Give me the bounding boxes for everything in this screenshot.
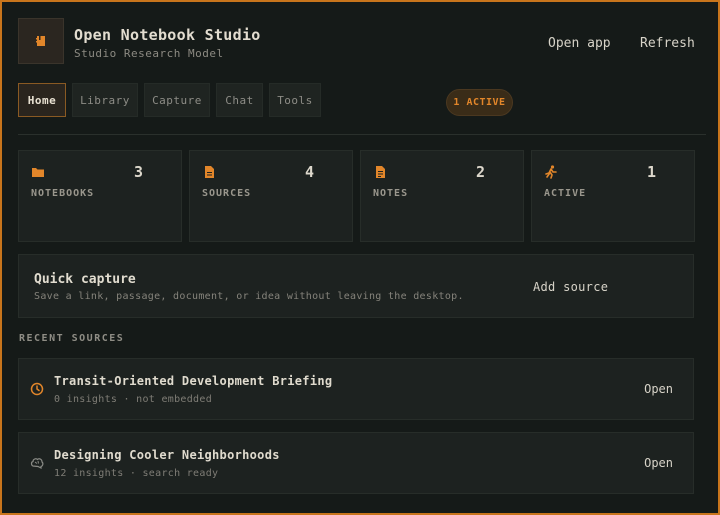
open-source-button[interactable]: Open [644,382,673,396]
stat-card-notes: 2 NOTES [360,150,524,242]
header-divider [18,134,706,135]
tab-chat[interactable]: Chat [216,83,263,117]
app-title: Open Notebook Studio [74,26,261,44]
stat-label: SOURCES [202,188,252,199]
quick-capture-description: Save a link, passage, document, or idea … [34,291,464,302]
source-title: Designing Cooler Neighborhoods [54,448,280,462]
add-source-button[interactable]: Add source [533,280,608,294]
document-icon [205,166,214,178]
stat-label: NOTEBOOKS [31,188,95,199]
stat-value: 3 [133,163,143,181]
quick-capture-card: Quick capture Save a link, passage, docu… [18,254,694,318]
status-badge: 1 ACTIVE [446,89,513,116]
running-person-icon [545,165,557,179]
recent-sources-heading: RECENT SOURCES [19,333,125,344]
stat-value: 1 [646,163,656,181]
tab-home[interactable]: Home [18,83,66,117]
stat-value: 2 [475,163,485,181]
stat-value: 4 [304,163,314,181]
stat-card-notebooks: 3 NOTEBOOKS [18,150,182,242]
list-item: Transit-Oriented Development Briefing 0 … [18,358,694,420]
note-icon [376,166,385,178]
tab-library[interactable]: Library [72,83,138,117]
source-meta: 0 insights · not embedded [54,394,213,405]
list-item: Designing Cooler Neighborhoods 12 insigh… [18,432,694,494]
tab-capture[interactable]: Capture [144,83,210,117]
notebook-icon [36,36,45,46]
quick-capture-title: Quick capture [34,272,136,287]
clock-icon [30,382,44,396]
stat-card-active: 1 ACTIVE [531,150,695,242]
app-window: Open Notebook Studio Studio Research Mod… [0,0,720,515]
open-source-button[interactable]: Open [644,456,673,470]
source-title: Transit-Oriented Development Briefing [54,374,333,388]
stat-label: NOTES [373,188,409,199]
folder-icon [32,168,44,177]
source-meta: 12 insights · search ready [54,468,219,479]
refresh-button[interactable]: Refresh [640,36,695,51]
stat-label: ACTIVE [544,188,587,199]
tab-tools[interactable]: Tools [269,83,321,117]
app-subtitle: Studio Research Model [74,47,224,60]
app-logo [18,18,64,64]
brain-icon [30,458,44,469]
open-app-button[interactable]: Open app [548,36,611,51]
stat-card-sources: 4 SOURCES [189,150,353,242]
